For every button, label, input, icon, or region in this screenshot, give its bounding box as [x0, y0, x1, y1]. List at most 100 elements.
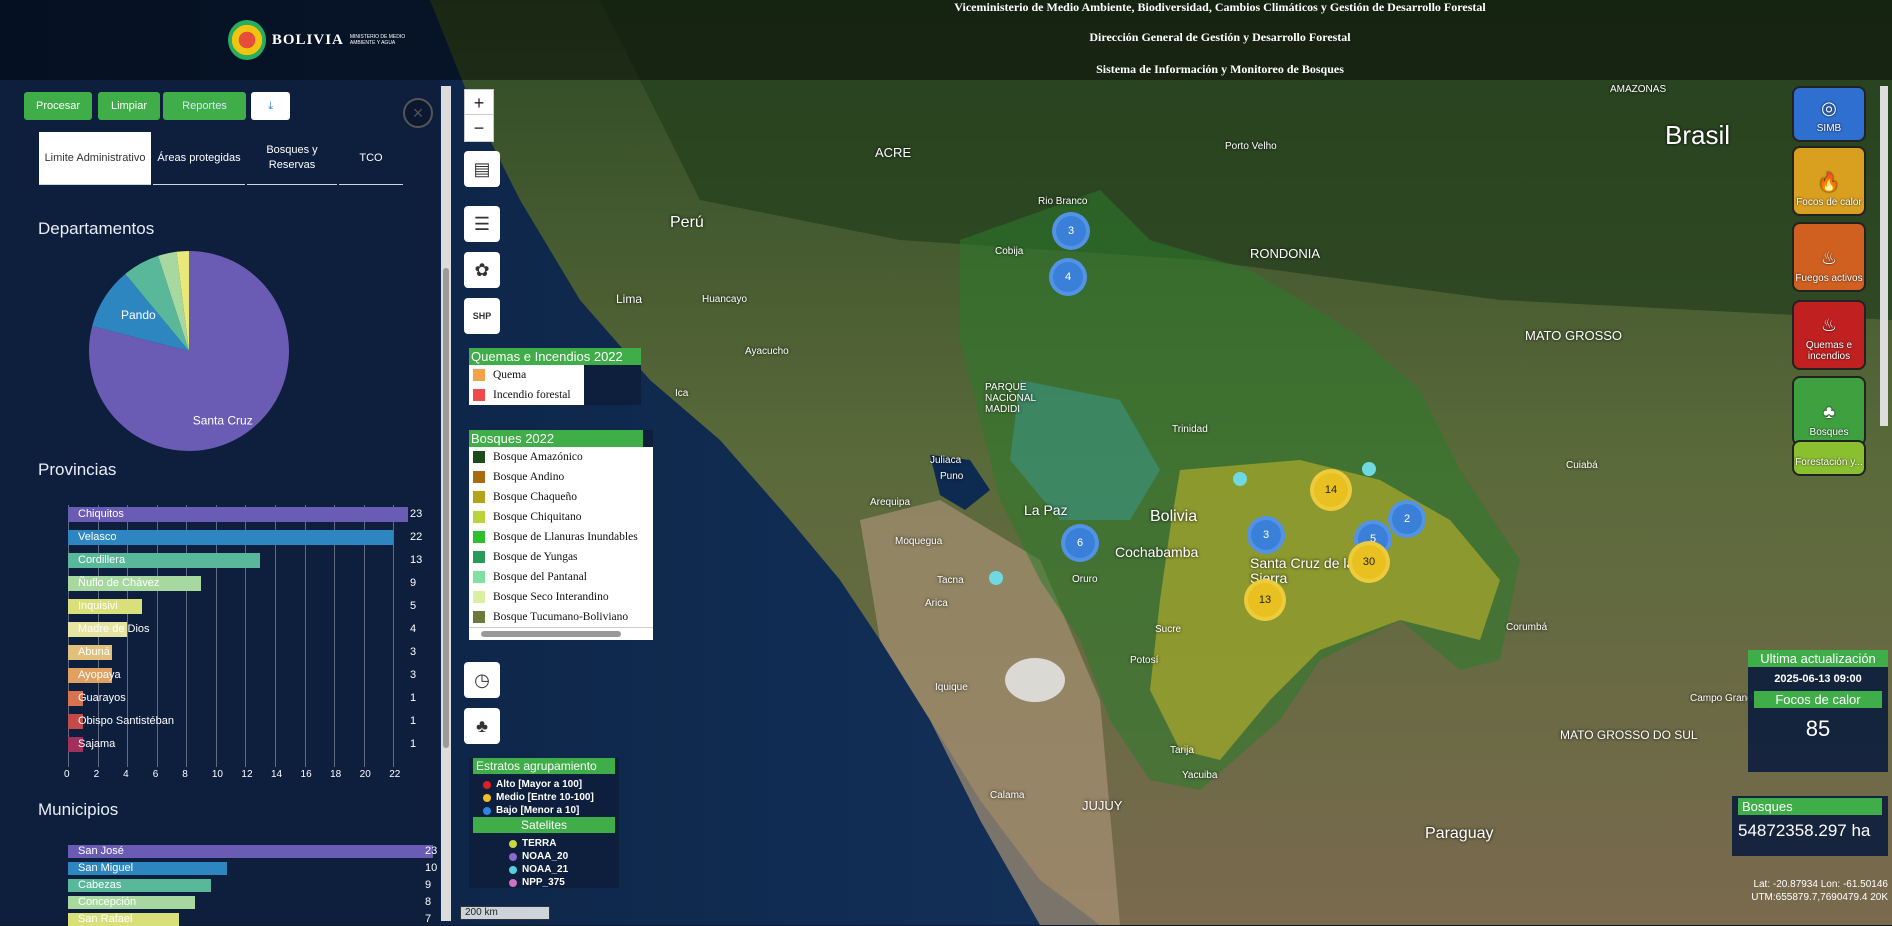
right-scrollbar[interactable]: [1880, 86, 1888, 426]
legend-item: Incendio forestal: [469, 385, 584, 405]
legend-quemas: Quemas e Incendios 2022 Quema Incendio f…: [469, 348, 641, 405]
bar-value-label: 23: [410, 508, 423, 520]
bar[interactable]: [68, 530, 394, 545]
map-label-place: Juliaca: [930, 455, 962, 466]
map-label-place: Iquique: [935, 682, 968, 693]
bar-row[interactable]: Ñuflo de Chávez: [68, 576, 408, 591]
legend-label: Bosque Seco Interandino: [493, 591, 609, 603]
fuegos-activos-button[interactable]: ♨ Fuegos activos: [1792, 222, 1866, 292]
cluster-marker[interactable]: 2: [1388, 500, 1426, 538]
bar-row[interactable]: Abuná: [68, 645, 408, 660]
bar-label: Obispo Santistéban: [78, 715, 175, 727]
zoom-out-button[interactable]: −: [464, 114, 494, 142]
map-label-place: Arica: [925, 598, 948, 609]
pie-label: Santa Cruz: [193, 413, 253, 427]
legend-label: Bosque de Llanuras Inundables: [493, 531, 638, 543]
utm-readout: UTM:655879.7,7690479.4 20K: [1751, 892, 1888, 903]
layers-button[interactable]: ▤: [464, 151, 500, 187]
bar-row[interactable]: Concepción: [68, 896, 433, 909]
timeline-button[interactable]: ◷: [464, 662, 500, 698]
bar-row[interactable]: Guarayos: [68, 691, 408, 706]
bar-label: San Miguel: [78, 862, 134, 874]
bosques-button[interactable]: ♣ Bosques: [1792, 376, 1866, 446]
map-label-place: Lima: [616, 292, 643, 306]
menu-button[interactable]: ☰: [464, 206, 500, 242]
logo-text: BOLIVIA: [271, 31, 344, 48]
quemas-incendios-button[interactable]: ♨ Quemas e incendios: [1792, 300, 1866, 370]
cluster-marker[interactable]: 3: [1247, 516, 1285, 554]
bar-row[interactable]: Cordillera: [68, 553, 408, 568]
cluster-marker[interactable]: 3: [1052, 212, 1090, 250]
bar-row[interactable]: Ayopaya: [68, 668, 408, 683]
map-label-place: MATO GROSSO: [1525, 328, 1623, 343]
cluster-marker[interactable]: 13: [1244, 579, 1286, 621]
map-label-place: Ayacucho: [745, 346, 789, 357]
left-panel: [0, 80, 440, 925]
bar-label: Sajama: [78, 738, 116, 750]
bar-label: Chiquitos: [78, 508, 124, 520]
procesar-button[interactable]: Procesar: [24, 92, 92, 120]
point-marker[interactable]: [1362, 462, 1376, 476]
legend-label: Bosque del Pantanal: [493, 571, 587, 583]
point-marker[interactable]: [989, 571, 1003, 585]
bar-row[interactable]: Chiquitos: [68, 507, 408, 522]
legend-hscrollbar[interactable]: [469, 627, 653, 640]
burn-icon: ♨: [1820, 315, 1838, 335]
bar-label: Cabezas: [78, 879, 122, 891]
tab-areas-protegidas[interactable]: Áreas protegidas: [153, 132, 245, 185]
cluster-marker[interactable]: 4: [1049, 258, 1087, 296]
forest-tool-button[interactable]: ♣: [464, 708, 500, 744]
bar-row[interactable]: Obispo Santistéban: [68, 714, 408, 729]
bar-row[interactable]: Cabezas: [68, 879, 433, 892]
tab-limite-administrativo[interactable]: Limite Administrativo: [39, 132, 151, 185]
legend-hscrollbar-thumb[interactable]: [481, 631, 621, 637]
legend-swatch: [473, 471, 485, 483]
shp-button[interactable]: SHP: [464, 298, 500, 334]
legend-bosques: Bosques 2022 Bosque Amazónico Bosque And…: [469, 430, 653, 640]
bar-row[interactable]: Madre de Dios: [68, 622, 408, 637]
legend-label: TERRA: [522, 838, 557, 849]
legend-label: Bosque Amazónico: [493, 451, 583, 463]
panel-scrollbar-thumb[interactable]: [443, 268, 449, 748]
tab-tco[interactable]: TCO: [339, 132, 403, 185]
bar-label: San Rafael: [78, 913, 133, 925]
bar-row[interactable]: San Miguel: [68, 862, 433, 875]
close-panel-button[interactable]: ×: [403, 98, 433, 128]
legend-dot: [483, 793, 491, 802]
cluster-marker[interactable]: 6: [1061, 524, 1099, 562]
cluster-marker[interactable]: 14: [1310, 469, 1352, 511]
forestacion-button[interactable]: Forestación y...: [1792, 440, 1866, 476]
reportes-button[interactable]: Reportes: [163, 92, 246, 120]
map-label-bolivia: Bolivia: [1150, 508, 1198, 525]
tab-bosques-reservas[interactable]: Bosques y Reservas: [247, 132, 337, 185]
coordinates-readout: Lat: -20.87934 Lon: -61.50146 UTM:655879…: [1728, 878, 1888, 904]
simb-button[interactable]: ◎ SIMB: [1792, 86, 1866, 142]
axis-tick: 18: [330, 769, 342, 780]
simb-icon: ◎: [1821, 98, 1837, 118]
bar-row[interactable]: Velasco: [68, 530, 408, 545]
bar-row[interactable]: Inquisivi: [68, 599, 408, 614]
point-marker[interactable]: [1233, 472, 1247, 486]
pie-departamentos: Santa Cruz Pando: [89, 251, 290, 451]
limpiar-button[interactable]: Limpiar: [98, 92, 160, 120]
zoom-in-button[interactable]: +: [464, 89, 494, 117]
legend-dot: [509, 865, 517, 874]
focos-calor-button[interactable]: 🔥 Focos de calor: [1792, 146, 1866, 216]
map-label-place: Cuiabá: [1566, 460, 1598, 471]
bar-row[interactable]: San Rafael: [68, 913, 433, 926]
fire-icon: ♨: [1820, 248, 1838, 268]
section-provincias-title: Provincias: [38, 460, 117, 479]
map-region-button[interactable]: ✿: [464, 252, 500, 288]
bar-row[interactable]: San José: [68, 845, 433, 858]
bar-value-label: 23: [425, 845, 438, 857]
clock-icon: ◷: [474, 669, 490, 690]
download-button[interactable]: ⤓: [251, 92, 290, 120]
cluster-marker[interactable]: 30: [1348, 541, 1390, 583]
ultima-title: Ultima actualización: [1748, 650, 1888, 667]
legend-label: Bosque de Yungas: [493, 551, 578, 563]
bar-row[interactable]: Sajama: [68, 737, 408, 752]
bar-value-label: 3: [410, 646, 417, 658]
legend-dot: [509, 839, 517, 848]
bar-value-label: 13: [410, 554, 423, 566]
map-label-place: Moquegua: [895, 536, 943, 547]
